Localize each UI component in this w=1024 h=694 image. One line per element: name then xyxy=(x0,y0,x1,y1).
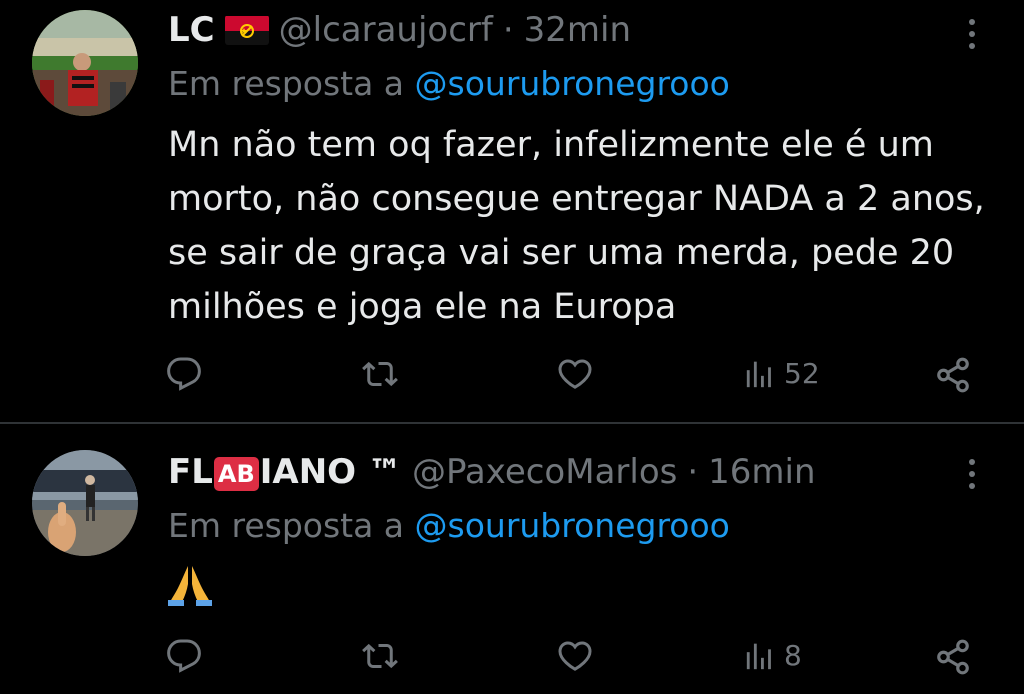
timestamp[interactable]: 32min xyxy=(524,10,631,50)
more-options-icon[interactable] xyxy=(962,454,982,494)
share-button[interactable] xyxy=(934,356,972,394)
share-icon xyxy=(937,639,969,675)
angola-flag-icon xyxy=(224,15,269,45)
reply-context: Em resposta a @sourubronegrooo xyxy=(168,506,730,545)
display-name[interactable]: LC xyxy=(168,10,215,50)
views-button[interactable]: 52 xyxy=(744,356,820,390)
tweet-text xyxy=(168,562,998,620)
display-name[interactable]: FL AB IANO ™ xyxy=(168,452,402,492)
tweet-paxecomarlos[interactable]: FL AB IANO ™ @PaxecoMarlos · 16min Em resp… xyxy=(0,424,1024,694)
tweet-header: FL AB IANO ™ @PaxecoMarlos · 16min xyxy=(168,452,816,492)
reply-button[interactable] xyxy=(166,638,202,674)
heart-icon xyxy=(558,359,592,389)
heart-icon xyxy=(558,641,592,671)
more-options-icon[interactable] xyxy=(962,14,982,54)
analytics-icon xyxy=(746,361,771,388)
user-handle[interactable]: @PaxecoMarlos xyxy=(412,452,677,492)
retweet-button[interactable] xyxy=(360,356,400,392)
avatar[interactable] xyxy=(32,10,138,116)
reply-icon xyxy=(167,357,201,391)
reply-mention-link[interactable]: @sourubronegrooo xyxy=(415,64,730,103)
share-icon xyxy=(937,357,969,393)
user-handle[interactable]: @lcaraujocrf xyxy=(279,10,493,50)
ab-button-icon: AB xyxy=(213,456,259,491)
tweet-header: LC @lcaraujocrf · 32min xyxy=(168,10,631,50)
reply-button[interactable] xyxy=(166,356,202,392)
views-count: 52 xyxy=(784,356,820,390)
reply-mention-link[interactable]: @sourubronegrooo xyxy=(415,506,730,545)
views-button[interactable]: 8 xyxy=(744,638,802,672)
separator-dot: · xyxy=(502,10,514,50)
folded-hands-emoji-icon xyxy=(168,562,212,606)
avatar[interactable] xyxy=(32,450,138,556)
retweet-icon xyxy=(362,643,398,669)
display-name-suffix: IANO ™ xyxy=(259,452,402,492)
reply-prefix: Em resposta a xyxy=(168,64,405,103)
retweet-icon xyxy=(362,361,398,387)
like-button[interactable] xyxy=(556,638,594,674)
reply-prefix: Em resposta a xyxy=(168,506,405,545)
tweet-text: Mn não tem oq fazer, infelizmente ele é … xyxy=(168,125,985,327)
views-count: 8 xyxy=(784,638,802,672)
timestamp[interactable]: 16min xyxy=(708,452,815,492)
display-name-prefix: FL xyxy=(168,452,213,492)
retweet-button[interactable] xyxy=(360,638,400,674)
analytics-icon xyxy=(746,643,771,670)
like-button[interactable] xyxy=(556,356,594,392)
reply-icon xyxy=(167,639,201,673)
tweet-lcaraujocrf[interactable]: LC @lcaraujocrf · 32min Em resposta a @s… xyxy=(0,0,1024,424)
separator-dot: · xyxy=(687,452,699,492)
reply-context: Em resposta a @sourubronegrooo xyxy=(168,64,730,103)
share-button[interactable] xyxy=(934,638,972,676)
